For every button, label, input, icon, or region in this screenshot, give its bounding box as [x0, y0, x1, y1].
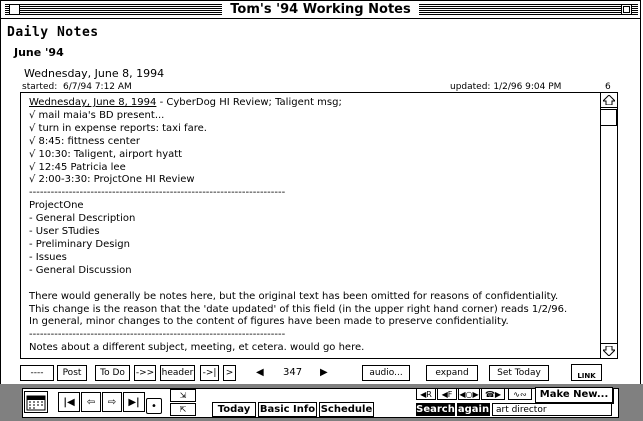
- gt-button[interactable]: >: [223, 365, 236, 381]
- note-line: √ 12:45 Patricia lee: [29, 161, 126, 173]
- note-line: ProjectOne: [29, 200, 84, 212]
- previous-record-icon[interactable]: ◀: [256, 367, 264, 378]
- month-heading: June '94: [14, 46, 64, 59]
- note-line: √ mail maia's BD present...: [29, 109, 165, 121]
- audio-button[interactable]: audio...: [362, 365, 410, 381]
- today-tab[interactable]: Today: [212, 402, 256, 417]
- expand-button[interactable]: expand: [426, 365, 478, 381]
- date-field[interactable]: Wednesday, June 8, 1994: [24, 67, 164, 80]
- scroll-thumb[interactable]: [601, 109, 617, 126]
- header-button[interactable]: header: [160, 365, 195, 381]
- note-line: - Preliminary Design: [29, 238, 130, 250]
- note-line: √ 10:30: Taligent, airport hyatt: [29, 148, 183, 160]
- note-text-area[interactable]: Wednesday, June 8, 1994 - CyberDog HI Re…: [20, 92, 618, 359]
- note-first-line: - CyberDog HI Review; Taligent msg;: [156, 97, 342, 108]
- scroll-down-arrow-icon[interactable]: [601, 343, 617, 358]
- note-line: - Issues: [29, 251, 67, 263]
- note-lines: √ mail maia's BD present... √ turn in ex…: [29, 110, 567, 353]
- note-body[interactable]: Wednesday, June 8, 1994 - CyberDog HI Re…: [29, 97, 567, 355]
- section-title: Daily Notes: [7, 25, 99, 40]
- set-today-button[interactable]: Set Today: [489, 365, 549, 381]
- vertical-scrollbar[interactable]: [600, 93, 617, 358]
- window-title: Tom's '94 Working Notes: [222, 2, 419, 17]
- note-line: ----------------------------------------…: [29, 329, 286, 341]
- calendar-icon[interactable]: [24, 391, 48, 413]
- page-number: 6: [605, 82, 611, 92]
- schedule-tab[interactable]: Schedule: [319, 402, 374, 417]
- last-page-icon[interactable]: ▶|: [123, 392, 145, 412]
- record-icon[interactable]: ◀R: [416, 388, 436, 400]
- basic-info-tab[interactable]: Basic Info: [258, 402, 317, 417]
- search-input[interactable]: art director: [492, 403, 612, 416]
- note-line: - General Description: [29, 213, 136, 225]
- note-line: Notes about a different subject, meeting…: [29, 342, 365, 354]
- link-forward-icon[interactable]: ⇲: [170, 389, 196, 402]
- zoom-box[interactable]: [621, 4, 632, 15]
- bottom-navigation-strip: |◀ ⇦ ⇨ ▶| • ⇲ ⇱ Today Basic Info Schedul…: [0, 384, 643, 421]
- started-value: 6/7/94 7:12 AM: [62, 82, 132, 92]
- scroll-up-arrow-icon[interactable]: [601, 93, 617, 108]
- note-line: √ 2:00-3:30: ProjctOne HI Review: [29, 174, 195, 186]
- todo-button[interactable]: To Do: [95, 365, 130, 381]
- first-page-icon[interactable]: |◀: [58, 392, 80, 412]
- marker-icon[interactable]: •: [146, 398, 162, 414]
- link-label: LINK: [577, 372, 596, 380]
- chain-link-icon[interactable]: ∿∾: [508, 388, 532, 400]
- search-again-button[interactable]: again: [457, 403, 490, 416]
- note-line: - User STudies: [29, 226, 100, 238]
- next-record-icon[interactable]: ▶: [320, 367, 328, 378]
- dashes-button[interactable]: ----: [20, 365, 54, 381]
- note-line: √ 8:45: fittness center: [29, 135, 140, 147]
- note-line: This change is the reason that the 'date…: [29, 303, 568, 315]
- note-date-link[interactable]: Wednesday, June 8, 1994: [29, 97, 156, 108]
- next-page-icon[interactable]: ⇨: [102, 392, 122, 412]
- note-line: In general, minor changes to the content…: [29, 316, 509, 328]
- note-line: There would generally be notes here, but…: [29, 290, 559, 302]
- updated-label: updated:: [450, 82, 491, 92]
- previous-page-icon[interactable]: ⇦: [81, 392, 101, 412]
- note-line: ----------------------------------------…: [29, 187, 286, 199]
- post-button[interactable]: Post: [57, 365, 87, 381]
- phone-icon[interactable]: ☎▶: [481, 388, 505, 400]
- link-back-icon[interactable]: ⇱: [170, 403, 196, 416]
- file-icon[interactable]: ◀F: [437, 388, 457, 400]
- started-label: started:: [22, 82, 58, 92]
- title-bar[interactable]: Tom's '94 Working Notes: [0, 0, 641, 19]
- note-line: √ turn in expense reports: taxi fare.: [29, 122, 207, 134]
- link-button[interactable]: LINK: [571, 364, 602, 381]
- started-field: started: 6/7/94 7:12 AM: [22, 82, 132, 92]
- make-new-button[interactable]: Make New...: [535, 387, 613, 403]
- updated-field: updated: 1/2/96 9:04 PM: [450, 82, 561, 92]
- search-button[interactable]: Search: [416, 403, 455, 416]
- arrow-bar-button[interactable]: ->|: [200, 365, 219, 381]
- arrow-right-button[interactable]: ->>: [134, 365, 156, 381]
- updated-value: 1/2/96 9:04 PM: [493, 82, 562, 92]
- note-line: - General Discussion: [29, 264, 132, 276]
- record-number: 347: [283, 367, 303, 378]
- cycle-icon[interactable]: ◀○▶: [458, 388, 480, 400]
